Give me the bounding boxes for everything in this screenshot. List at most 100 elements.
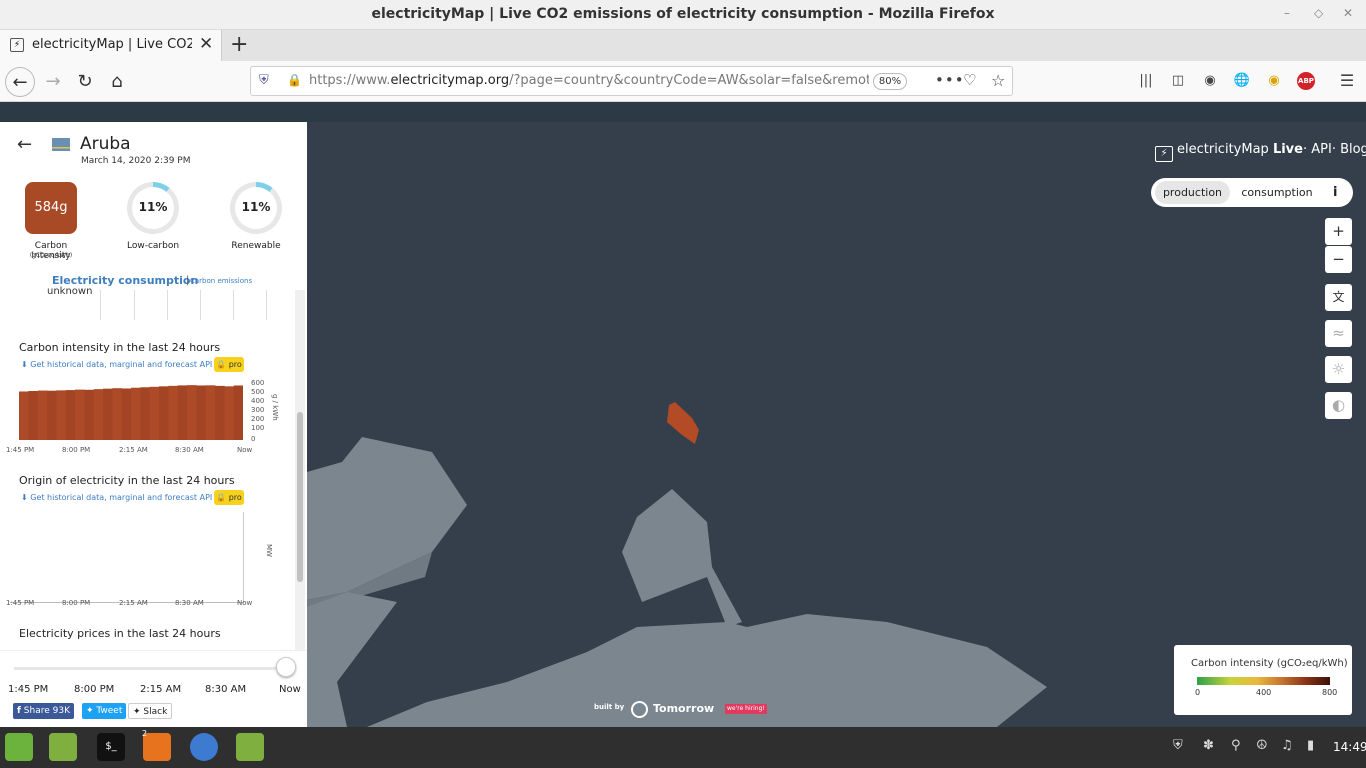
pro-badge-label: pro [228, 493, 242, 502]
page-actions-icon[interactable]: ••• [935, 71, 965, 89]
pocket-icon[interactable]: ♡ [963, 71, 976, 89]
bar-gridline [134, 290, 135, 320]
menu-icon[interactable]: ☰ [1338, 72, 1356, 90]
toggle-consumption[interactable]: consumption [1231, 181, 1323, 204]
sidebar-icon[interactable]: ◫ [1169, 72, 1187, 90]
zoom-in-button[interactable]: + [1325, 218, 1352, 245]
close-window-icon[interactable]: ✕ [1343, 6, 1353, 20]
home-button[interactable]: ⌂ [102, 67, 132, 97]
language-icon[interactable]: 文 [1325, 284, 1352, 311]
origin-xtick: Now [237, 599, 253, 607]
ci-api-link-text: Get historical data, marginal and foreca… [30, 360, 213, 369]
library-icon[interactable]: ||| [1137, 72, 1155, 90]
bar-gridline [167, 290, 168, 320]
slack-button[interactable]: ✦ Slack [128, 703, 173, 719]
ci-bar [196, 385, 207, 440]
tweet-button[interactable]: ✦ Tweet [82, 703, 127, 719]
files-icon[interactable] [49, 733, 77, 761]
timeline-label: 1:45 PM [8, 684, 49, 695]
firefox-window-count: 2 [142, 729, 148, 738]
hiring-badge[interactable]: we're hiring! [725, 704, 767, 714]
brand-live: Live [1272, 142, 1303, 157]
country-flag [52, 138, 70, 151]
ci-bar [215, 385, 225, 440]
tab-label: electricityMap | Live CO2 em [32, 37, 192, 52]
volume-icon[interactable]: ♫ [1281, 738, 1293, 753]
panel-back-icon[interactable]: ← [17, 134, 32, 155]
zoom-out-button[interactable]: − [1325, 246, 1352, 273]
new-tab-icon[interactable]: + [230, 32, 248, 57]
aruba-shape[interactable] [667, 402, 699, 444]
production-consumption-toggle[interactable]: production consumption i [1151, 178, 1353, 207]
ci-ytick: 0 [251, 435, 256, 443]
terminal-icon[interactable]: $_ [97, 733, 125, 761]
location-icon[interactable]: ⚲ [1231, 738, 1241, 753]
ci-history-chart[interactable] [19, 384, 243, 440]
download-icon: ⬇ [21, 493, 28, 502]
origin-xtick: 2:15 AM [119, 599, 148, 607]
pro-badge[interactable]: 🔒 pro [214, 490, 244, 505]
carbon-intensity-badge: 584g [25, 182, 77, 234]
map-canvas[interactable] [307, 122, 1366, 727]
battery-icon[interactable]: ▮ [1307, 738, 1314, 753]
tab-carbon-emissions[interactable]: Carbon emissions [190, 277, 252, 285]
translate-extension-icon[interactable]: 🌐 [1233, 72, 1251, 90]
shield-icon[interactable]: ⛨ [1173, 738, 1183, 753]
account-icon[interactable]: ◉ [1201, 72, 1219, 90]
ci-bar [168, 385, 179, 440]
ci-api-link[interactable]: ⬇ Get historical data, marginal and fore… [21, 360, 212, 369]
renewable-label: Renewable [231, 241, 281, 251]
time-slider-track[interactable] [14, 667, 294, 670]
pro-badge[interactable]: 🔒 pro [214, 357, 244, 372]
forward-button[interactable]: → [38, 67, 68, 97]
tomorrow-logo-icon[interactable] [631, 701, 648, 718]
reload-button[interactable]: ↻ [70, 67, 100, 97]
bookmark-star-icon[interactable]: ☆ [991, 71, 1005, 90]
toggle-production[interactable]: production [1155, 181, 1230, 204]
site-favicon-icon: ⚡ [10, 38, 24, 52]
back-button[interactable]: ← [5, 67, 35, 97]
land-paraguana [622, 489, 742, 627]
chrome-extension-icon[interactable]: ◉ [1265, 72, 1283, 90]
map-area[interactable]: ⚡ electricityMap Live· API· Blog producti… [307, 122, 1366, 727]
blog-link[interactable]: · Blog [1332, 142, 1366, 157]
bluetooth-icon[interactable]: ✽ [1203, 738, 1214, 753]
wifi-icon[interactable]: ☮ [1256, 738, 1268, 753]
folder-icon[interactable] [236, 733, 264, 761]
legend-tick: 400 [1256, 688, 1272, 697]
tracking-shield-icon[interactable]: ⛨ [259, 73, 269, 88]
ci-bar [28, 391, 39, 440]
wind-icon[interactable]: ≈ [1325, 320, 1352, 347]
adblock-icon[interactable]: ABP [1297, 72, 1315, 90]
maximize-icon[interactable]: ◇ [1314, 6, 1323, 20]
url-bar[interactable]: ⛨ 🔒 https://www.electricitymap.org/?page… [250, 66, 1013, 96]
ci-xtick: Now [237, 446, 253, 454]
origin-chart-axis [243, 512, 244, 602]
api-link[interactable]: · API [1303, 142, 1332, 157]
zoom-level[interactable]: 80% [873, 73, 907, 90]
ci-xtick: 1:45 PM [6, 446, 35, 454]
ci-bar [121, 388, 132, 440]
panel-scrollbar-thumb[interactable] [297, 412, 303, 582]
prices-history-title: Electricity prices in the last 24 hours [19, 627, 221, 640]
ci-ytick: 100 [251, 424, 265, 432]
solar-icon[interactable]: ☼ [1325, 356, 1352, 383]
origin-api-link[interactable]: ⬇ Get historical data, marginal and fore… [21, 493, 212, 502]
dark-mode-icon[interactable]: ◐ [1325, 392, 1352, 419]
info-icon[interactable]: i [1333, 181, 1337, 204]
ci-ytick: 500 [251, 388, 265, 396]
window-titlebar: electricityMap | Live CO2 emissions of e… [0, 0, 1366, 30]
mint-menu-icon[interactable] [5, 733, 33, 761]
minimize-icon[interactable]: – [1284, 6, 1290, 20]
ci-ytick: 400 [251, 397, 265, 405]
firefox-icon[interactable]: 2 [142, 729, 171, 761]
legend-tick: 800 [1322, 688, 1338, 697]
lock-icon[interactable]: 🔒 [287, 73, 302, 87]
close-tab-icon[interactable]: ✕ [199, 34, 213, 54]
browser-tab[interactable]: ⚡ electricityMap | Live CO2 em ✕ [0, 30, 222, 61]
tomorrow-link[interactable]: Tomorrow [653, 702, 714, 715]
url-text[interactable]: https://www.electricitymap.org/?page=cou… [309, 73, 869, 88]
facebook-share-button[interactable]: f Share 93K [13, 703, 74, 719]
time-slider-thumb[interactable] [276, 657, 296, 677]
chromium-icon[interactable] [190, 733, 218, 761]
